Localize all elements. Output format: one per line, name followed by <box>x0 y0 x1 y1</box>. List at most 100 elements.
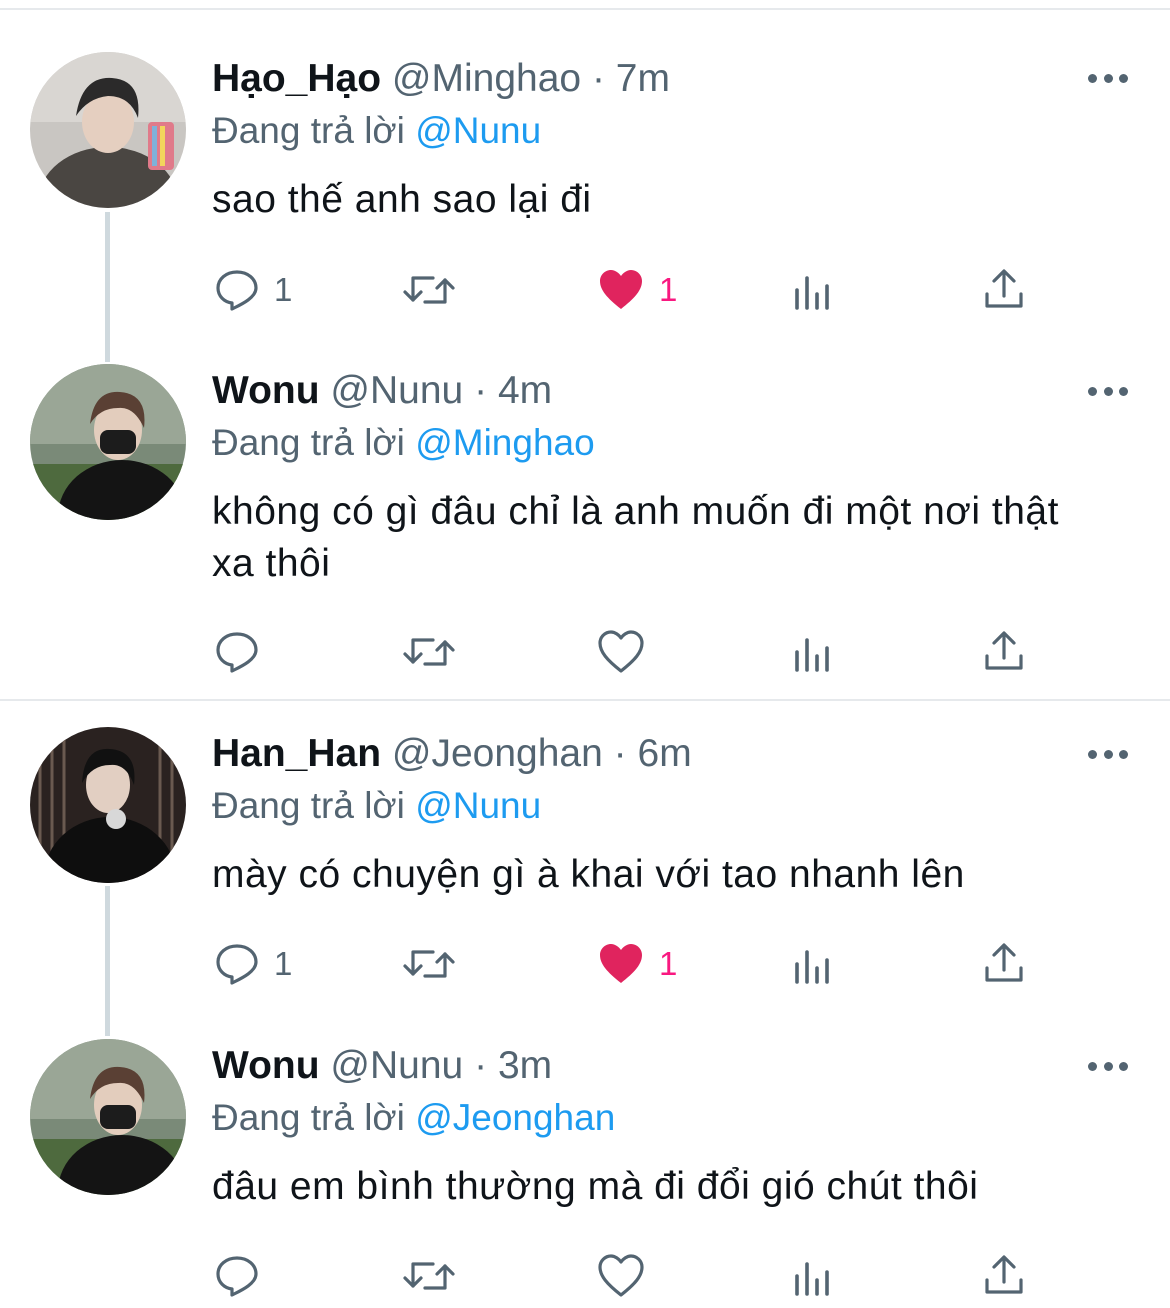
more-dot-icon <box>1119 1061 1128 1071</box>
avatar-photo <box>30 727 186 883</box>
share-button[interactable] <box>983 1254 1025 1296</box>
reply-prefix: Đang trả lời <box>212 1097 405 1138</box>
heart-filled-icon <box>600 944 642 983</box>
tweet-text: sao thế anh sao lại đi <box>212 178 592 221</box>
timestamp[interactable]: 7m <box>616 57 670 100</box>
comment-icon <box>216 632 258 673</box>
separator: · <box>474 1044 488 1087</box>
more-dot-icon <box>1088 73 1097 83</box>
comment-icon <box>216 944 258 985</box>
like-button[interactable]: 1 <box>597 942 677 986</box>
reply-button[interactable] <box>214 1254 274 1298</box>
like-button[interactable]: 1 <box>597 268 677 312</box>
more-dot-icon <box>1103 73 1113 83</box>
retweet-icon <box>403 638 455 666</box>
reply-button[interactable]: 1 <box>214 268 292 312</box>
heart-filled-icon <box>600 270 642 309</box>
more-dot-icon <box>1103 386 1113 396</box>
share-button[interactable] <box>983 630 1025 672</box>
avatar-photo <box>30 1039 186 1195</box>
retweet-icon <box>403 1262 455 1290</box>
tweet-text: không có gì đâu chỉ là anh muốn đi một n… <box>212 490 1059 585</box>
retweet-button[interactable] <box>401 1256 457 1296</box>
more-dot-icon <box>1103 749 1113 759</box>
more-dot-icon <box>1119 386 1128 396</box>
more-options-button[interactable] <box>1088 1060 1128 1072</box>
thread-divider <box>0 699 1170 701</box>
display-name[interactable]: Hạo_Hạo <box>212 57 381 100</box>
more-dot-icon <box>1119 749 1128 759</box>
like-button[interactable] <box>597 630 659 674</box>
avatar[interactable] <box>30 1039 186 1195</box>
tweet[interactable]: Hạo_Hạo @Minghao · 7m Đang trả lời @Nunu… <box>0 0 1170 350</box>
reply-mention-link[interactable]: @Minghao <box>415 422 595 463</box>
separator: · <box>613 732 627 775</box>
thread-connector <box>105 886 110 1036</box>
avatar[interactable] <box>30 52 186 208</box>
replying-to: Đang trả lời @Nunu <box>212 783 541 829</box>
reply-button[interactable]: 1 <box>214 942 292 986</box>
retweet-icon <box>403 276 455 304</box>
reply-prefix: Đang trả lời <box>212 110 405 151</box>
share-icon <box>985 631 1023 670</box>
reply-prefix: Đang trả lời <box>212 785 405 826</box>
more-dot-icon <box>1119 73 1128 83</box>
avatar-photo <box>30 364 186 520</box>
views-chart-icon <box>795 276 829 310</box>
retweet-button[interactable] <box>401 270 457 310</box>
reply-mention-link[interactable]: @Nunu <box>415 110 541 151</box>
heart-outline-icon <box>598 630 644 673</box>
display-name[interactable]: Wonu <box>212 369 320 412</box>
share-button[interactable] <box>983 268 1025 310</box>
heart-outline-icon <box>598 1254 644 1297</box>
tweet-text: đâu em bình thường mà đi đổi gió chút th… <box>212 1165 979 1208</box>
timestamp[interactable]: 4m <box>498 369 552 412</box>
views-chart-icon <box>795 950 829 984</box>
like-count: 1 <box>659 945 678 982</box>
more-dot-icon <box>1088 1061 1097 1071</box>
user-handle[interactable]: @Jeonghan <box>392 732 603 775</box>
retweet-button[interactable] <box>401 632 457 672</box>
views-button[interactable] <box>793 634 833 672</box>
share-icon <box>985 269 1023 308</box>
like-button[interactable] <box>597 1254 659 1298</box>
tweet-header: Wonu @Nunu · 4m <box>212 368 552 414</box>
like-count: 1 <box>659 271 678 308</box>
views-chart-icon <box>795 638 829 672</box>
reply-mention-link[interactable]: @Nunu <box>415 785 541 826</box>
comment-icon <box>216 1256 258 1297</box>
more-options-button[interactable] <box>1088 385 1128 397</box>
more-options-button[interactable] <box>1088 72 1128 84</box>
tweet[interactable]: Wonu @Nunu · 3m Đang trả lời @Jeonghan đ… <box>0 0 1170 1297</box>
views-button[interactable] <box>793 1258 833 1296</box>
share-icon <box>985 943 1023 982</box>
tweet-header: Wonu @Nunu · 3m <box>212 1043 552 1089</box>
replying-to: Đang trả lời @Nunu <box>212 108 541 154</box>
display-name[interactable]: Wonu <box>212 1044 320 1087</box>
display-name[interactable]: Han_Han <box>212 732 381 775</box>
retweet-button[interactable] <box>401 944 457 984</box>
user-handle[interactable]: @Nunu <box>330 369 463 412</box>
reply-mention-link[interactable]: @Jeonghan <box>415 1097 615 1138</box>
more-dot-icon <box>1088 386 1097 396</box>
reply-button[interactable] <box>214 630 274 674</box>
retweet-icon <box>403 950 455 978</box>
more-dot-icon <box>1088 749 1097 759</box>
tweet-text: mày có chuyện gì à khai với tao nhanh lê… <box>212 853 965 896</box>
reply-prefix: Đang trả lời <box>212 422 405 463</box>
views-button[interactable] <box>793 946 833 984</box>
timestamp[interactable]: 3m <box>498 1044 552 1087</box>
share-button[interactable] <box>983 942 1025 984</box>
tweet-header: Han_Han @Jeonghan · 6m <box>212 731 692 777</box>
comment-icon <box>216 270 258 311</box>
separator: · <box>474 369 488 412</box>
avatar[interactable] <box>30 727 186 883</box>
user-handle[interactable]: @Minghao <box>392 57 581 100</box>
more-dot-icon <box>1103 1061 1113 1071</box>
user-handle[interactable]: @Nunu <box>330 1044 463 1087</box>
avatar[interactable] <box>30 364 186 520</box>
views-button[interactable] <box>793 272 833 310</box>
more-options-button[interactable] <box>1088 748 1128 760</box>
timestamp[interactable]: 6m <box>638 732 692 775</box>
share-icon <box>985 1255 1023 1294</box>
